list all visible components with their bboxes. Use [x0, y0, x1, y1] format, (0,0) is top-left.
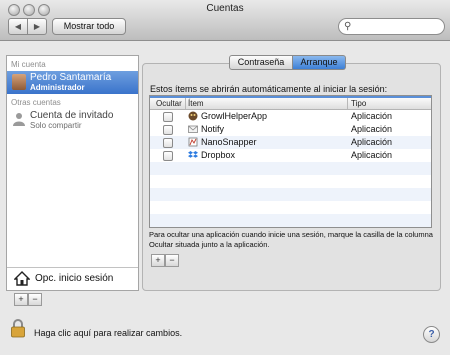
hide-checkbox[interactable] — [163, 138, 173, 148]
lock-icon[interactable] — [10, 318, 26, 338]
remove-startup-item-button[interactable]: − — [165, 254, 179, 267]
column-header-type[interactable]: Tipo — [351, 98, 366, 109]
startup-items-table: Ocultar Ítem Tipo GrowlHelperApp Aplicac… — [149, 95, 432, 228]
item-name: Dropbox — [201, 150, 236, 160]
account-tabs: Contraseña Arranque — [229, 55, 346, 70]
tab-password[interactable]: Contraseña — [229, 55, 293, 70]
avatar — [12, 74, 26, 90]
item-name: NanoSnapper — [201, 137, 257, 147]
table-stripe — [150, 214, 431, 227]
table-header: Ocultar Ítem Tipo — [150, 96, 431, 110]
item-name: Notify — [201, 124, 225, 134]
item-name: GrowlHelperApp — [201, 111, 268, 121]
hide-checkbox[interactable] — [163, 125, 173, 135]
table-row[interactable]: Notify Aplicación — [150, 123, 431, 136]
account-item-guest[interactable]: Cuenta de invitado Solo compartir — [7, 109, 138, 131]
login-options-label: Opc. inicio sesión — [35, 273, 114, 284]
notify-mail-icon — [188, 125, 198, 133]
forward-button[interactable]: ▶ — [28, 18, 47, 35]
help-button[interactable]: ? — [423, 326, 440, 343]
guest-user-role: Solo compartir — [30, 121, 82, 130]
login-options-item[interactable]: Opc. inicio sesión — [7, 267, 138, 290]
other-accounts-header: Otras cuentas — [11, 98, 61, 107]
tab-startup[interactable]: Arranque — [293, 55, 346, 70]
table-row[interactable]: Dropbox Aplicación — [150, 149, 431, 162]
table-row[interactable]: NanoSnapper Aplicación — [150, 136, 431, 149]
hide-checkbox[interactable] — [163, 151, 173, 161]
accounts-window: Cuentas ◀ ▶ Mostrar todo ⚲ Mi cuenta Ped… — [0, 0, 450, 355]
growl-icon — [188, 111, 198, 121]
home-icon — [14, 271, 30, 286]
window-title: Cuentas — [206, 3, 244, 14]
item-type: Aplicación — [351, 150, 393, 160]
my-account-header: Mi cuenta — [11, 60, 46, 69]
search-icon: ⚲ — [344, 21, 352, 32]
table-stripe — [150, 188, 431, 201]
table-stripe — [150, 162, 431, 175]
show-all-button[interactable]: Mostrar todo — [52, 18, 126, 35]
hide-checkbox[interactable] — [163, 112, 173, 122]
remove-account-button[interactable]: − — [28, 293, 42, 306]
back-button[interactable]: ◀ — [8, 18, 28, 35]
guest-user-name: Cuenta de invitado — [30, 110, 114, 121]
guest-user-icon — [13, 113, 25, 126]
nanosnapper-icon — [188, 137, 198, 147]
item-type: Aplicación — [351, 124, 393, 134]
table-row[interactable]: GrowlHelperApp Aplicación — [150, 110, 431, 123]
title-bar: Cuentas ◀ ▶ Mostrar todo ⚲ — [0, 0, 450, 41]
search-field[interactable]: ⚲ — [338, 18, 445, 35]
column-divider — [347, 98, 348, 109]
lock-message[interactable]: Haga clic aquí para realizar cambios. — [34, 328, 182, 338]
column-header-hide[interactable]: Ocultar — [156, 98, 182, 109]
startup-intro: Estos ítems se abrirán automáticamente a… — [150, 84, 388, 94]
item-type: Aplicación — [351, 111, 393, 121]
column-header-item[interactable]: Ítem — [188, 98, 204, 109]
add-startup-item-button[interactable]: + — [151, 254, 165, 267]
current-user-name: Pedro Santamaría — [30, 72, 112, 83]
item-type: Aplicación — [351, 137, 393, 147]
hide-instructions: Para ocultar una aplicación cuando inici… — [149, 230, 433, 249]
accounts-sidebar: Mi cuenta Pedro Santamaría Administrador… — [6, 55, 139, 291]
add-account-button[interactable]: + — [14, 293, 28, 306]
dropbox-icon — [188, 151, 198, 158]
account-item-current-user[interactable]: Pedro Santamaría Administrador — [7, 71, 138, 94]
column-divider — [185, 98, 186, 109]
current-user-role: Administrador — [30, 83, 85, 92]
history-nav: ◀ ▶ — [8, 18, 47, 35]
